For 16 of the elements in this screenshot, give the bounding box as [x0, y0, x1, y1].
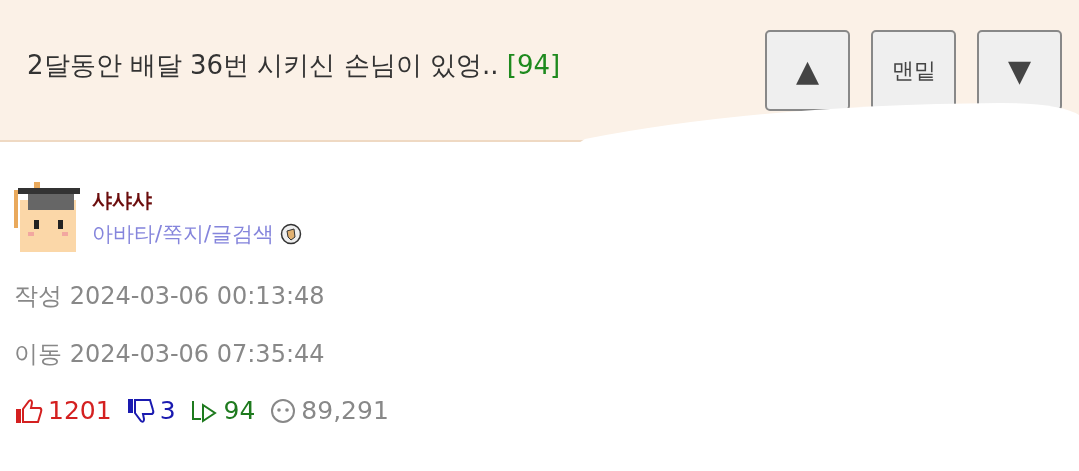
thumbs-down-icon[interactable] [125, 396, 156, 425]
meta-line: 작성 2024-03-06 00:13:48 [14, 281, 326, 312]
avatar-icon[interactable] [14, 182, 80, 252]
badge-icon [280, 222, 303, 245]
stat-count: 94 [223, 396, 256, 425]
post-title: 2달동안 배달 36번 시키신 손님이 있엉.. [94] [27, 48, 562, 82]
stat-count: 89,291 [301, 396, 389, 425]
stat-count: 1201 [48, 396, 112, 425]
meta-line: 이동 2024-03-06 07:35:44 [14, 339, 326, 370]
stat-count: 3 [159, 396, 176, 425]
author-name[interactable]: 샤샤샤 [92, 186, 303, 214]
thumbs-up-icon[interactable] [14, 396, 44, 425]
scroll-button[interactable]: ▼ [977, 30, 1062, 111]
comment-count[interactable]: [94] [506, 49, 561, 80]
smiley-icon [269, 396, 298, 425]
scroll-button[interactable]: ▲ [765, 30, 850, 111]
